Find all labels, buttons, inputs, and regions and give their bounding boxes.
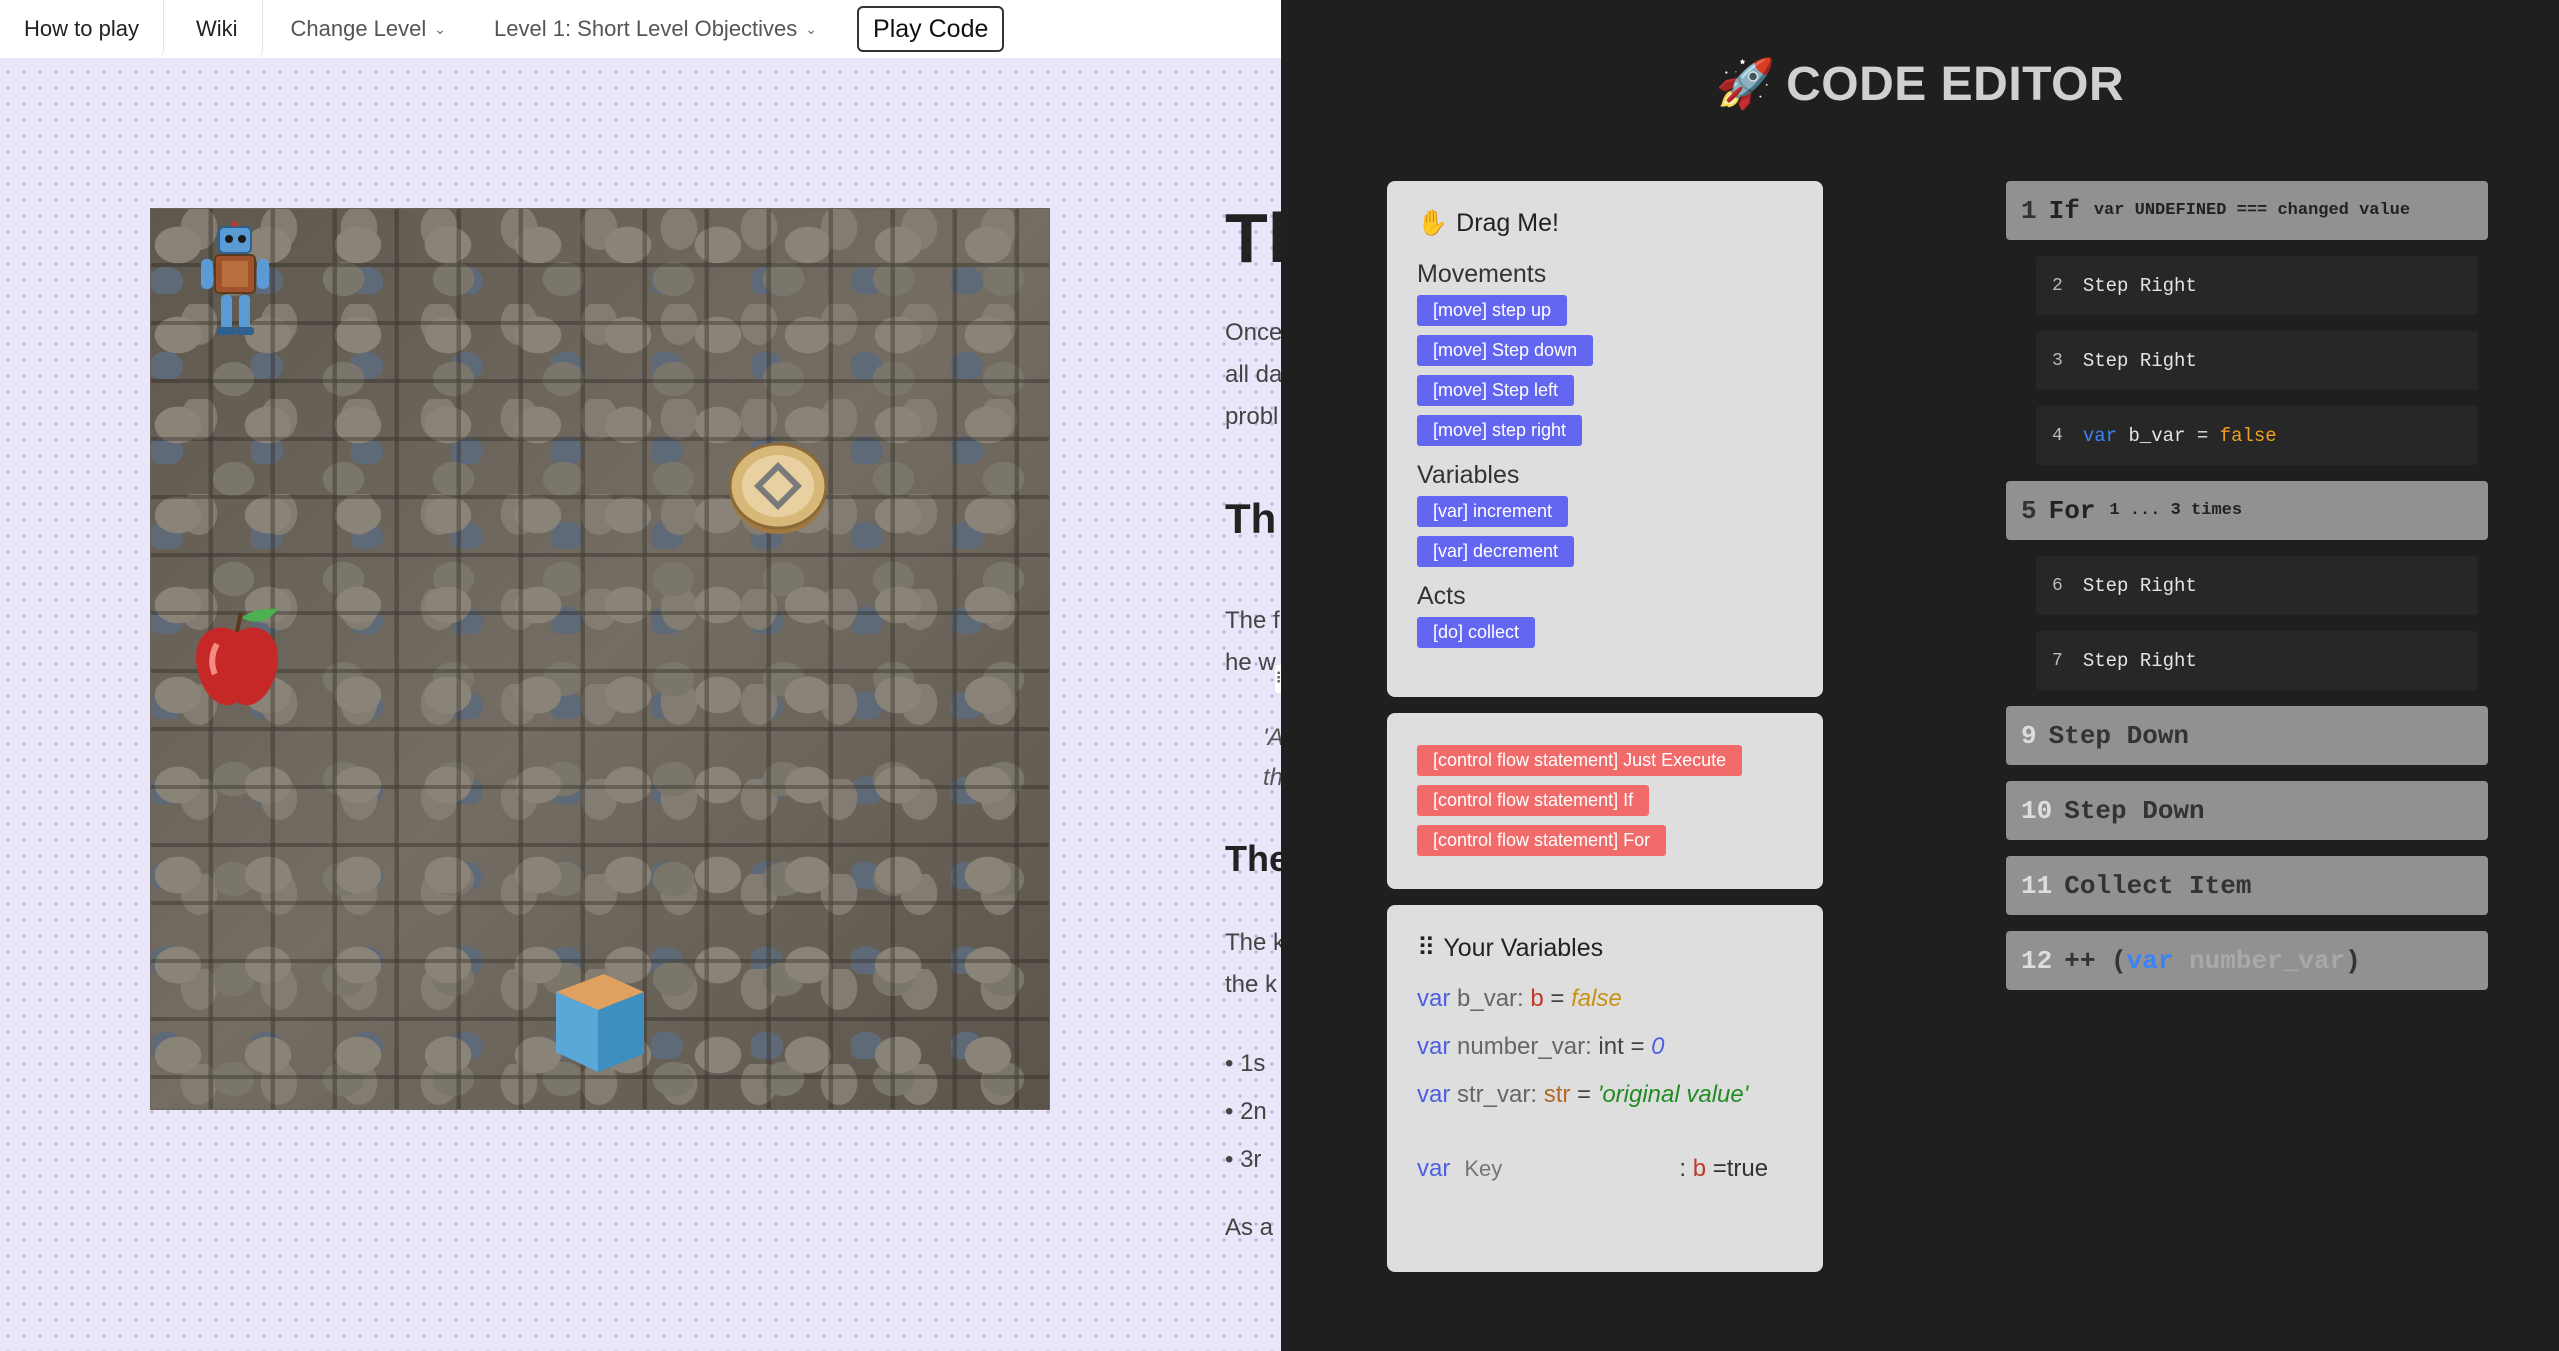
code-line[interactable]: 7 Step Right bbox=[2036, 631, 2478, 690]
palette-title[interactable]: ✋ Drag Me! bbox=[1417, 209, 1793, 238]
variable-row[interactable]: var b_var: b = false bbox=[1417, 985, 1793, 1013]
change-level-label: Change Level bbox=[290, 16, 427, 41]
block-step-down[interactable]: [move] Step down bbox=[1417, 335, 1594, 366]
article-paragraph: The k the k bbox=[1225, 929, 1281, 998]
level-select-dropdown[interactable]: Level 1: Short Level Objectives ⌄ bbox=[474, 0, 838, 58]
code-line[interactable]: 6 Step Right bbox=[2036, 556, 2478, 615]
chevron-down-icon: ⌄ bbox=[434, 20, 447, 37]
list-item: • 2n bbox=[1225, 1098, 1267, 1125]
block-decrement[interactable]: [var] decrement bbox=[1417, 536, 1575, 567]
article-paragraph: Once all da probl bbox=[1225, 319, 1281, 430]
article-heading: Th bbox=[1225, 199, 1281, 277]
block-collect[interactable]: [do] collect bbox=[1417, 617, 1536, 648]
drag-handle-icon: ✋ bbox=[1417, 209, 1449, 237]
top-nav: How to play Wiki Change Level ⌄ Level 1:… bbox=[0, 0, 1281, 58]
how-to-play-tab[interactable]: How to play bbox=[0, 0, 164, 58]
control-flow-palette: [control flow statement] Just Execute [c… bbox=[1387, 713, 1823, 889]
new-variable-value[interactable]: =true bbox=[1713, 1155, 1768, 1183]
code-line[interactable]: 12 ++ (var number_var) bbox=[2006, 931, 2488, 990]
code-line[interactable]: 10 Step Down bbox=[2006, 781, 2488, 840]
article-quote: 'A th bbox=[1263, 724, 1281, 791]
apple-icon bbox=[195, 608, 279, 706]
rocket-icon: 🚀 bbox=[1715, 58, 1777, 111]
block-for[interactable]: [control flow statement] For bbox=[1417, 825, 1667, 856]
chevron-down-icon: ⌄ bbox=[805, 20, 818, 37]
list-item: • 3r bbox=[1225, 1146, 1262, 1173]
block-step-left[interactable]: [move] Step left bbox=[1417, 375, 1575, 406]
article-subheading: The bbox=[1225, 838, 1281, 879]
code-line-if[interactable]: 1 If var UNDEFINED === changed value bbox=[2006, 181, 2488, 240]
code-editor-pane: 🚀 CODE EDITOR ✋ Drag Me! Movements [move]… bbox=[1281, 0, 2559, 1351]
code-line[interactable]: 2 Step Right bbox=[2036, 256, 2478, 315]
new-variable-key-input[interactable] bbox=[1464, 1156, 1680, 1182]
code-list: 1 If var UNDEFINED === changed value 2 Step… bbox=[2006, 181, 2488, 1006]
block-step-up[interactable]: [move] step up bbox=[1417, 295, 1568, 326]
new-variable-row: var : b =true bbox=[1417, 1155, 1793, 1183]
group-variables: Variables bbox=[1417, 461, 1520, 489]
variables-panel: ⠿ Your Variables var b_var: b = false va… bbox=[1387, 905, 1823, 1272]
block-just-execute[interactable]: [control flow statement] Just Execute bbox=[1417, 745, 1743, 776]
block-if[interactable]: [control flow statement] If bbox=[1417, 785, 1650, 816]
variable-row[interactable]: var number_var: int = 0 bbox=[1417, 1033, 1793, 1061]
code-line[interactable]: 4 var b_var = false bbox=[2036, 406, 2478, 465]
code-line[interactable]: 9 Step Down bbox=[2006, 706, 2488, 765]
article-paragraph: As a bbox=[1225, 1214, 1274, 1241]
variable-row[interactable]: var str_var: str = 'original value' bbox=[1417, 1081, 1793, 1109]
coin-icon bbox=[728, 442, 828, 534]
play-code-button[interactable]: Play Code bbox=[857, 6, 1005, 52]
wiki-tab[interactable]: Wiki bbox=[171, 0, 263, 58]
article-paragraph: The f he w bbox=[1225, 607, 1280, 676]
group-acts: Acts bbox=[1417, 582, 1466, 610]
split-drag-handle[interactable]: ⠿ bbox=[1275, 665, 1281, 693]
level-select-label: Level 1: Short Level Objectives bbox=[494, 16, 798, 41]
article-list: • 1s • 2n • 3r bbox=[1225, 1040, 1267, 1184]
game-pane: How to play Wiki Change Level ⌄ Level 1:… bbox=[0, 0, 1281, 1351]
var-keyword: var bbox=[1417, 1155, 1451, 1182]
game-board bbox=[150, 208, 1050, 1110]
variables-title[interactable]: ⠿ Your Variables bbox=[1417, 933, 1793, 963]
code-line[interactable]: 3 Step Right bbox=[2036, 331, 2478, 390]
article-subheading: Th bbox=[1225, 495, 1277, 542]
block-increment[interactable]: [var] increment bbox=[1417, 496, 1569, 527]
block-palette: ✋ Drag Me! Movements [move] step up [mov… bbox=[1387, 181, 1823, 697]
editor-title: 🚀 CODE EDITOR bbox=[1715, 58, 2125, 111]
drag-handle-icon: ⠿ bbox=[1417, 934, 1436, 962]
block-step-right[interactable]: [move] step right bbox=[1417, 415, 1583, 446]
list-item: • 1s bbox=[1225, 1050, 1266, 1077]
cube-icon bbox=[556, 974, 644, 1072]
new-variable-type[interactable]: b bbox=[1693, 1155, 1706, 1183]
robot-icon bbox=[201, 221, 269, 335]
group-movements: Movements bbox=[1417, 260, 1547, 288]
code-line[interactable]: 11 Collect Item bbox=[2006, 856, 2488, 915]
change-level-dropdown[interactable]: Change Level ⌄ bbox=[270, 0, 467, 58]
code-line-for[interactable]: 5 For 1 ... 3 times bbox=[2006, 481, 2488, 540]
